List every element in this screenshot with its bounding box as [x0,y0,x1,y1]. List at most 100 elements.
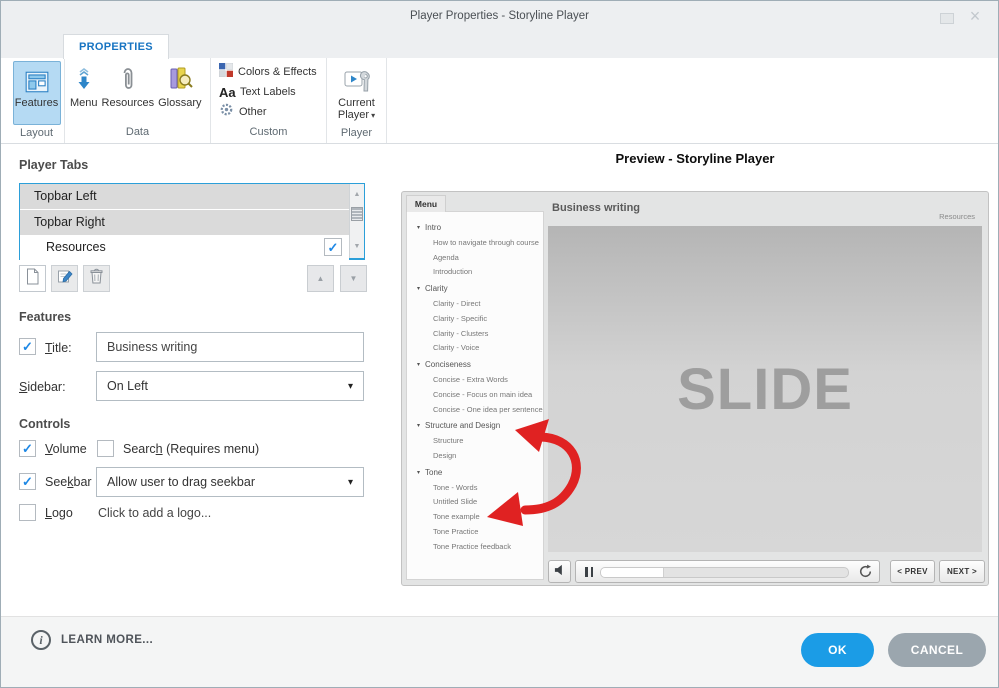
current-player-button[interactable]: Current Player ▾ [333,61,381,125]
text-labels-button[interactable]: Aa Text Labels [219,82,317,102]
preview-menu-item[interactable]: Concise - One idea per sentence [407,403,543,418]
colors-effects-label: Colors & Effects [238,66,317,78]
caret-down-icon: ▾ [417,423,421,430]
search-label: Search (Requires menu) [123,442,260,456]
trash-icon [89,268,104,289]
glossary-button[interactable]: Glossary [158,61,202,123]
preview-menu-item[interactable]: ▾ Intro [407,221,543,236]
resources-button[interactable]: Resources [102,61,154,123]
preview-next-button[interactable]: NEXT > [939,560,985,583]
preview-course-title: Business writing [552,202,641,214]
group-label-layout: Layout [19,127,54,139]
caret-down-icon: ▾ [417,469,421,476]
preview-menu-item[interactable]: Agenda [407,251,543,266]
seekbar-select-value: Allow user to drag seekbar [107,475,255,489]
cancel-button[interactable]: CANCEL [888,633,986,667]
preview-menu-item[interactable]: Introduction [407,265,543,280]
list-item-topbar-left[interactable]: Topbar Left [20,184,349,209]
logo-add-link[interactable]: Click to add a logo... [98,506,211,520]
preview-resources-tab[interactable]: Resources [939,212,975,221]
preview-menu-item[interactable]: Concise - Focus on main idea [407,388,543,403]
titlebar: Player Properties - Storyline Player × [1,1,998,34]
caret-down-icon: ▾ [417,286,421,293]
preview-menu-item[interactable]: Clarity - Clusters [407,327,543,342]
ribbon-group-custom: Colors & Effects Aa Text Labels Other Cu… [211,58,327,143]
learn-more-link[interactable]: LEARN MORE... [61,634,153,646]
other-button[interactable]: Other [219,102,317,122]
text-labels-label: Text Labels [240,86,296,98]
preview-menu-item[interactable]: ▾ Conciseness [407,358,543,373]
paperclip-icon [120,61,136,97]
preview-menu-item[interactable]: Structure [407,434,543,449]
preview-seekbar[interactable] [600,567,849,578]
scrollbar-thumb[interactable] [351,207,363,221]
player-properties-dialog: Player Properties - Storyline Player × P… [0,0,999,688]
features-button[interactable]: Features [12,61,61,125]
list-scrollbar[interactable]: ▲ ▼ [349,184,364,258]
tab-properties[interactable]: PROPERTIES [63,34,169,59]
glossary-books-icon [167,61,193,97]
menu-button[interactable]: Menu [70,61,98,123]
menu-icon [73,61,95,97]
seekbar-select[interactable]: Allow user to drag seekbar ▾ [96,467,364,497]
list-item-topbar-right[interactable]: Topbar Right [20,210,349,235]
preview-menu-item[interactable]: ▾ Structure and Design [407,419,543,434]
sidebar-select[interactable]: On Left ▾ [96,371,364,401]
preview-menu-item[interactable]: ▾ Clarity [407,282,543,297]
caret-down-icon: ▾ [417,362,421,369]
preview-slide: SLIDE [548,226,982,552]
player-tabs-list: Topbar Left Topbar Right Resources ✓ ▲ ▼ [19,183,365,260]
preview-heading: Preview - Storyline Player [615,151,775,166]
preview-menu-item[interactable]: Concise - Extra Words [407,373,543,388]
logo-checkbox[interactable]: ✓ [19,504,36,521]
preview-menu-item[interactable]: Clarity - Direct [407,297,543,312]
preview-menu-item[interactable]: Design [407,449,543,464]
preview-menu-tab[interactable]: Menu [406,195,446,212]
delete-tab-button[interactable] [83,265,110,292]
volume-checkbox[interactable]: ✓ [19,440,36,457]
preview-menu-item[interactable]: Tone Practice feedback [407,540,543,555]
chevron-down-icon: ▾ [347,380,353,392]
edit-tab-button[interactable] [51,265,78,292]
preview-menu-item[interactable]: Tone Practice [407,525,543,540]
current-player-label: Current Player ▾ [337,97,376,121]
glossary-button-label: Glossary [158,97,202,109]
title-input[interactable] [96,332,364,362]
gear-icon [219,102,234,122]
seekbar-label: Seekbar [45,475,92,489]
speaker-icon [554,563,566,581]
preview-menu-item[interactable]: Clarity - Specific [407,312,543,327]
replay-icon[interactable] [858,564,873,584]
features-layout-icon [24,67,50,97]
search-checkbox[interactable]: ✓ [97,440,114,457]
colors-effects-button[interactable]: Colors & Effects [218,62,317,82]
preview-menu-item[interactable]: Tone - Words [407,481,543,496]
preview-menu-item[interactable]: ▾ Tone [407,466,543,481]
other-label: Other [239,106,267,118]
resources-visible-checkbox[interactable]: ✓ [324,238,342,256]
chevron-down-icon: ▾ [371,111,376,120]
close-button[interactable]: × [964,5,986,27]
sidebar-select-value: On Left [107,379,148,393]
preview-menu-item[interactable]: Clarity - Voice [407,341,543,356]
add-tab-button[interactable] [19,265,46,292]
info-icon: i [31,630,51,650]
move-down-button[interactable]: ▼ [340,265,367,292]
pause-icon[interactable] [585,567,593,577]
ok-button[interactable]: OK [801,633,874,667]
preview-menu-panel: ▾ Intro How to navigate through course Agen… [406,211,544,580]
title-checkbox[interactable]: ✓ [19,338,36,355]
move-up-button[interactable]: ▲ [307,265,334,292]
seekbar-checkbox[interactable]: ✓ [19,473,36,490]
preview-menu-item[interactable]: Tone example [407,510,543,525]
preview-menu-item[interactable]: Untitled Slide [407,495,543,510]
preview-volume-button[interactable] [548,560,571,583]
scroll-down-icon[interactable]: ▼ [350,236,364,258]
preview-prev-button[interactable]: < PREV [890,560,935,583]
maximize-button[interactable] [940,13,954,24]
chevron-left-icon: < [897,567,903,576]
preview-menu-item[interactable]: How to navigate through course [407,236,543,251]
scroll-up-icon[interactable]: ▲ [350,184,364,206]
list-item-resources[interactable]: Resources [20,235,349,260]
features-button-label: Features [14,97,59,109]
